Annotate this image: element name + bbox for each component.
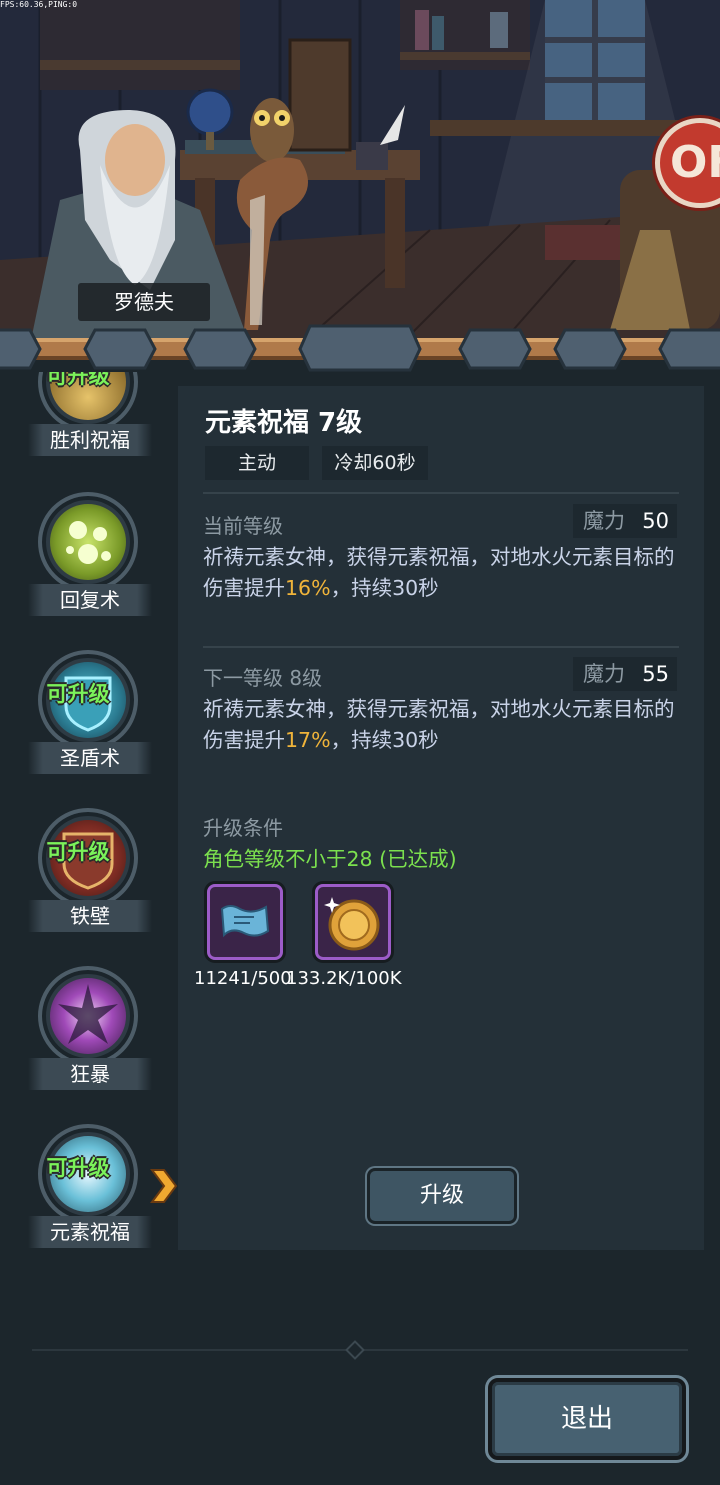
selected-arrow-icon <box>150 1169 178 1203</box>
upgradable-badge: 可升级 <box>46 682 110 706</box>
npc-scene: FPS:60.36,PING:0 罗德夫 OF <box>0 0 720 345</box>
material-slot-scroll[interactable] <box>207 884 283 960</box>
next-mana: 魔力 55 <box>573 657 677 691</box>
type-tag: 主动 <box>205 446 309 480</box>
upgrade-button[interactable]: 升级 <box>367 1168 517 1224</box>
next-damage-bonus: 17% <box>285 728 331 752</box>
next-description: 祈祷元素女神，获得元素祝福，对地水火元素目标的伤害提升17%，持续30秒 <box>203 697 675 752</box>
current-damage-bonus: 16% <box>285 576 331 600</box>
divider <box>203 646 679 648</box>
npc-name: 罗德夫 <box>78 283 210 321</box>
material-slot-gold[interactable] <box>315 884 391 960</box>
current-mana: 魔力 50 <box>573 504 677 538</box>
skill-label: 元素祝福 <box>28 1216 152 1248</box>
skill-item-berserk[interactable]: 狂暴 <box>28 966 152 1116</box>
upgradable-badge: 可升级 <box>46 372 110 388</box>
skill-item-victory-blessing[interactable]: 可升级 胜利祝福 <box>28 372 152 482</box>
mana-value: 50 <box>642 509 669 533</box>
skill-item-iron-wall[interactable]: 可升级 铁壁 <box>28 808 152 958</box>
gold-coin-icon <box>324 897 380 951</box>
current-description: 祈祷元素女神，获得元素祝福，对地水火元素目标的伤害提升16%，持续30秒 <box>203 545 675 600</box>
skill-label: 回复术 <box>28 584 152 616</box>
berserk-icon <box>38 966 138 1066</box>
divider-beam <box>0 324 720 372</box>
mana-label: 魔力 <box>583 509 625 533</box>
material-count-scroll: 11241/500 <box>194 968 292 989</box>
scroll-icon <box>220 905 270 938</box>
upgrade-condition-text: 角色等级不小于28 (已达成) <box>203 847 457 871</box>
skill-list[interactable]: 可升级 胜利祝福 回复术 可升级 圣盾术 可升级 铁壁 狂暴 可升级 元素祝福 <box>0 372 180 1250</box>
cooldown-tag: 冷却60秒 <box>322 446 428 480</box>
skill-item-holy-shield[interactable]: 可升级 圣盾术 <box>28 650 152 800</box>
skill-label: 铁壁 <box>28 900 152 932</box>
skill-item-elemental-blessing[interactable]: 可升级 元素祝福 <box>28 1124 152 1250</box>
skill-title: 元素祝福 7级 <box>205 408 363 438</box>
upgradable-badge: 可升级 <box>46 840 110 864</box>
exit-button[interactable]: 退出 <box>488 1378 686 1460</box>
current-level-heading: 当前等级 <box>203 514 283 538</box>
upgradable-badge: 可升级 <box>46 1156 110 1180</box>
skill-item-heal[interactable]: 回复术 <box>28 492 152 642</box>
divider <box>203 492 679 494</box>
heal-icon <box>38 492 138 592</box>
skill-label: 胜利祝福 <box>28 424 152 456</box>
skill-label: 圣盾术 <box>28 742 152 774</box>
upgrade-condition-heading: 升级条件 <box>203 816 283 840</box>
fps-counter: FPS:60.36,PING:0 <box>0 0 78 9</box>
skill-label: 狂暴 <box>28 1058 152 1090</box>
next-level-heading: 下一等级 8级 <box>203 666 323 690</box>
skill-detail-panel: 元素祝福 7级 主动 冷却60秒 当前等级 魔力 50 祈祷元素女神，获得元素祝… <box>178 386 704 1250</box>
mana-label: 魔力 <box>583 662 625 686</box>
mana-value: 55 <box>642 662 669 686</box>
material-count-gold: 133.2K/100K <box>286 968 402 989</box>
divider-ornament <box>345 1340 365 1360</box>
